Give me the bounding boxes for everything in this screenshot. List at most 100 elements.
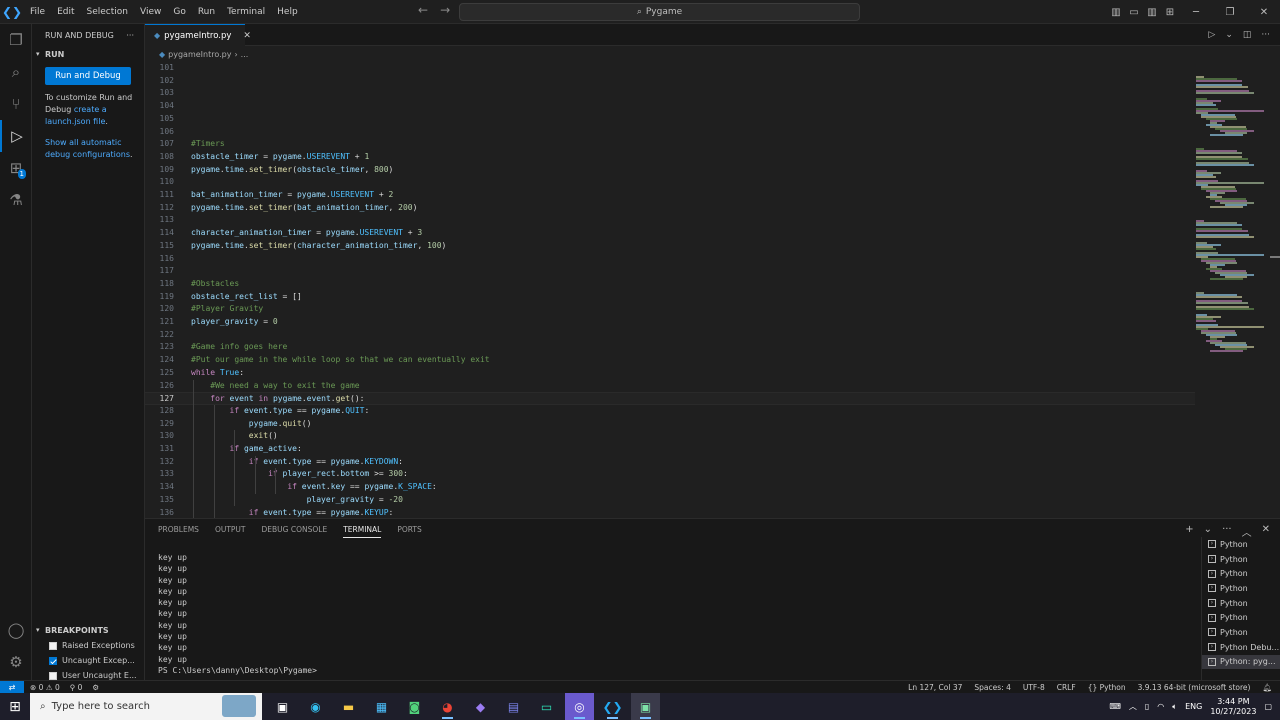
code-line[interactable]: 104 <box>145 100 1195 113</box>
manage-gear-icon[interactable]: ⚙ <box>0 646 32 678</box>
code-line[interactable]: 110 <box>145 176 1195 189</box>
menu-file[interactable]: File <box>24 0 51 24</box>
code-line[interactable]: 107 #Timers <box>145 138 1195 151</box>
new-terminal-icon[interactable]: + <box>1185 524 1193 539</box>
code-line[interactable]: 103 <box>145 87 1195 100</box>
breakpoint-raised-exceptions[interactable]: Raised Exceptions <box>32 638 145 653</box>
code-line[interactable]: 111 bat_animation_timer = pygame.USEREVEN… <box>145 189 1195 202</box>
code-line[interactable]: 131 if game_active: <box>145 443 1195 456</box>
menu-terminal[interactable]: Terminal <box>221 0 271 24</box>
terminal-instance[interactable]: › Python <box>1202 581 1280 596</box>
clock[interactable]: 3:44 PM 10/27/2023 <box>1210 697 1256 717</box>
code-line[interactable]: 101 <box>145 62 1195 75</box>
menu-go[interactable]: Go <box>167 0 191 24</box>
code-line[interactable]: 126 #We need a way to exit the game <box>145 380 1195 393</box>
notifications-bell-icon[interactable]: 🔔︎ <box>1262 683 1272 692</box>
vscode-taskbar-icon[interactable]: ❮❯ <box>598 693 627 720</box>
code-line[interactable]: 133 if player_rect.bottom >= 300: <box>145 468 1195 481</box>
code-line[interactable]: 102 <box>145 75 1195 88</box>
code-line[interactable]: 122 <box>145 329 1195 342</box>
code-line[interactable]: 114 character_animation_timer = pygame.US… <box>145 227 1195 240</box>
battery-icon[interactable]: ▯ <box>1145 702 1149 711</box>
terminal-output[interactable]: key up key up key up key up key up key u… <box>158 552 317 676</box>
maximize-icon[interactable]: ❐ <box>1214 7 1246 18</box>
tab-terminal[interactable]: TERMINAL <box>343 525 382 538</box>
toggle-sidebar-icon[interactable]: ▥ <box>1108 7 1124 18</box>
taskbar-search[interactable]: ⌕ Type here to search <box>30 693 262 720</box>
menu-edit[interactable]: Edit <box>51 0 80 24</box>
more-actions-icon[interactable]: ··· <box>1261 30 1270 40</box>
checkbox-unchecked[interactable] <box>49 671 57 680</box>
code-line[interactable]: 129 pygame.quit() <box>145 418 1195 431</box>
run-debug-icon[interactable]: ▷ <box>0 120 32 152</box>
code-line[interactable]: 134 if event.key == pygame.K_SPACE: <box>145 481 1195 494</box>
code-line[interactable]: 112 pygame.time.set_timer(bat_animation_t… <box>145 202 1195 215</box>
code-line[interactable]: 123 #Game info goes here <box>145 341 1195 354</box>
tab-problems[interactable]: PROBLEMS <box>158 525 199 538</box>
windows-start-icon[interactable]: ⊞ <box>0 693 30 720</box>
edge-browser-icon[interactable]: ◉ <box>301 693 330 720</box>
extensions-icon[interactable]: ⊞ 1 <box>0 152 32 184</box>
file-explorer-icon[interactable]: ▬ <box>334 693 363 720</box>
terminal-instance[interactable]: › Python <box>1202 610 1280 625</box>
breadcrumb-more[interactable]: ... <box>241 50 249 59</box>
ports-indicator[interactable]: ⚲ 0 <box>70 683 83 692</box>
customize-layout-icon[interactable]: ⊞ <box>1162 7 1178 18</box>
close-window-icon[interactable]: ✕ <box>1248 7 1280 18</box>
language-mode[interactable]: {} Python <box>1088 683 1126 692</box>
end-of-line[interactable]: CRLF <box>1057 683 1076 692</box>
tab-ports[interactable]: PORTS <box>397 525 421 538</box>
terminal-instance[interactable]: › Python <box>1202 625 1280 640</box>
input-language[interactable]: ENG <box>1185 702 1202 711</box>
notification-center-icon[interactable]: ▢ <box>1264 702 1272 711</box>
xbox-icon[interactable]: ◙ <box>400 693 429 720</box>
search-icon[interactable]: ⌕ <box>0 56 32 88</box>
more-actions-icon[interactable]: ··· <box>126 31 134 40</box>
keyboard-icon[interactable]: ⌨ <box>1109 702 1121 711</box>
terminal-instance[interactable]: › Python <box>1202 596 1280 611</box>
show-automatic-configs-link[interactable]: Show all automatic debug configurations <box>45 138 130 159</box>
python-game-window-icon[interactable]: ▣ <box>631 693 660 720</box>
code-line[interactable]: 125 while True: <box>145 367 1195 380</box>
terminal-instance[interactable]: › Python <box>1202 552 1280 567</box>
code-line[interactable]: 121 player_gravity = 0 <box>145 316 1195 329</box>
code-line[interactable]: 108 obstacle_timer = pygame.USEREVENT + 1 <box>145 151 1195 164</box>
tab-debug-console[interactable]: DEBUG CONSOLE <box>262 525 328 538</box>
code-line[interactable]: 128 if event.type == pygame.QUIT: <box>145 405 1195 418</box>
breakpoints-header[interactable]: ▾ BREAKPOINTS <box>32 622 145 638</box>
explorer-icon[interactable]: ❐ <box>0 24 32 56</box>
breakpoint-uncaught-exceptions[interactable]: Uncaught Excep... <box>32 653 145 668</box>
task-view-icon[interactable]: ▣ <box>268 693 297 720</box>
terminal-instance[interactable]: › Python: pyg... <box>1202 654 1280 670</box>
discord-icon[interactable]: ◎ <box>565 693 594 720</box>
remote-indicator-icon[interactable]: ⇄ <box>0 680 24 694</box>
terminal-instance[interactable]: › Python <box>1202 537 1280 552</box>
code-line[interactable]: 136 if event.type == pygame.KEYUP: <box>145 507 1195 519</box>
tab-pygameintro[interactable]: ◆ pygameIntro.py ✕ <box>145 24 251 46</box>
menu-selection[interactable]: Selection <box>81 0 134 24</box>
forward-arrow-icon[interactable]: → <box>440 3 450 17</box>
run-section-header[interactable]: ▾ RUN <box>32 46 144 62</box>
checkbox-checked[interactable] <box>49 656 57 665</box>
menu-help[interactable]: Help <box>271 0 304 24</box>
show-hidden-icons-icon[interactable]: ︿ <box>1129 701 1137 712</box>
code-line[interactable]: 135 player_gravity = -20 <box>145 494 1195 507</box>
code-editor[interactable]: 101 102 103 104 105 106 107 #Timers 108 obstacle_… <box>145 62 1280 518</box>
code-line[interactable]: 120 #Player Gravity <box>145 303 1195 316</box>
code-line[interactable]: 119 obstacle_rect_list = [] <box>145 291 1195 304</box>
cursor-position[interactable]: Ln 127, Col 37 <box>908 683 962 692</box>
store-icon[interactable]: ▦ <box>367 693 396 720</box>
breadcrumb-file[interactable]: pygameIntro.py <box>168 50 231 59</box>
minimize-icon[interactable]: ─ <box>1180 7 1212 18</box>
code-line[interactable]: 118 #Obstacles <box>145 278 1195 291</box>
checkbox-unchecked[interactable] <box>49 641 57 650</box>
chevron-down-icon[interactable]: ⌄ <box>1225 30 1233 40</box>
code-line[interactable]: 124 #Put our game in the while loop so th… <box>145 354 1195 367</box>
code-line[interactable]: 113 <box>145 214 1195 227</box>
volume-icon[interactable]: 🔈︎ <box>1172 702 1177 712</box>
code-line[interactable]: 105 <box>145 113 1195 126</box>
chrome-icon[interactable]: ◕ <box>433 693 462 720</box>
teams-icon[interactable]: ▤ <box>499 693 528 720</box>
terminal-app-icon[interactable]: ▭ <box>532 693 561 720</box>
indentation[interactable]: Spaces: 4 <box>974 683 1010 692</box>
